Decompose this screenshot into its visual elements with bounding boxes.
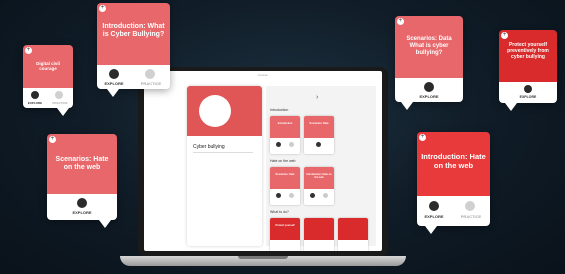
explore-label[interactable]: EXPLORE [515,95,541,99]
course-modules-panel: Introduction Introduction Scenarios: Dat… [266,86,376,251]
explore-icon[interactable] [524,85,532,93]
module-card[interactable]: Scenarios: Data [304,116,334,154]
module-card[interactable] [338,218,368,251]
explore-label[interactable]: EXPLORE [25,101,45,105]
card-tail [57,108,69,116]
card-footer: EXPLORE [499,82,557,103]
course-panel[interactable]: Cyber bullying [187,86,262,246]
module-card-header: Introduction: Hate on the web [304,167,334,189]
module-card-label: Scenarios: Hate [275,173,295,176]
explore-icon[interactable] [316,142,321,147]
explore-icon[interactable] [310,193,315,198]
explore-icon[interactable] [109,69,119,79]
module-card-header [304,218,334,240]
card-header: + Scenarios: Data What is cyber bullying… [395,16,463,78]
explore-icon[interactable] [276,142,281,147]
course-hero [187,86,262,136]
card-header: + Digital civil courage [23,45,73,88]
explore-icon[interactable] [429,201,439,211]
card-header: + Protect yourself preventively from cyb… [499,30,557,82]
module-card[interactable] [304,218,334,251]
plus-icon[interactable]: + [99,5,106,12]
card-tail [505,103,517,111]
plus-icon[interactable]: + [419,134,426,141]
module-card-header: Scenarios: Hate [270,167,300,189]
section-heading: Introduction [270,108,289,112]
explore-label[interactable]: EXPLORE [68,210,96,215]
module-card-label: Protect yourself [275,224,295,227]
explore-icon[interactable] [77,198,87,208]
card-tail [107,89,119,97]
divider [193,152,253,153]
card-footer: EXPLORE PRACTICE [417,196,490,226]
practice-icon[interactable] [289,193,294,198]
practice-icon[interactable] [55,91,63,99]
card-header: + Introduction: What is Cyber Bullying? [97,3,170,65]
card-intro-hate[interactable]: + Introduction: Hate on the web EXPLORE … [417,132,490,234]
practice-icon[interactable] [289,142,294,147]
plus-icon[interactable]: + [397,18,404,25]
card-title: Introduction: Hate on the web [421,152,486,170]
module-card[interactable]: Scenarios: Hate [270,167,300,205]
section-heading: What to do? [270,210,289,214]
module-card[interactable]: Introduction: Hate on the web [304,167,334,205]
plus-icon[interactable]: + [25,47,32,54]
practice-icon[interactable] [465,201,475,211]
module-card-header: Protect yourself [270,218,300,240]
card-title: Protect yourself preventively from cyber… [507,42,549,60]
practice-label[interactable]: PRACTICE [457,214,485,219]
card-title: Scenarios: Hate on the web [55,156,109,172]
card-tail [425,226,437,234]
laptop-notch [238,256,288,259]
module-card-label: Introduction [277,122,293,125]
course-illustration [199,95,231,127]
chevron-right-icon[interactable]: › [316,94,318,101]
card-header: + Scenarios: Hate on the web [47,134,117,194]
practice-icon[interactable] [323,193,328,198]
course-title: Cyber bullying [193,144,225,150]
module-card-header [338,218,368,240]
practice-label[interactable]: PRACTICE [49,101,71,105]
card-protect-yourself[interactable]: + Protect yourself preventively from cyb… [499,30,557,111]
card-scenarios-hate[interactable]: + Scenarios: Hate on the web EXPLORE [47,134,117,228]
module-card[interactable]: Protect yourself [270,218,300,251]
explore-icon[interactable] [424,82,434,92]
card-header: + Introduction: Hate on the web [417,132,490,196]
module-card-label: Scenarios: Data [309,122,329,125]
module-card[interactable]: Introduction [270,116,300,154]
card-digital-civil-courage[interactable]: + Digital civil courage EXPLORE PRACTICE [23,45,73,116]
card-footer: EXPLORE [47,194,117,220]
card-footer: EXPLORE [395,78,463,102]
module-card-label: Introduction: Hate on the web [306,173,332,179]
laptop-screen: Course Cyber bullying Introduction Intro… [144,71,382,251]
screen-title: Course [258,73,268,77]
card-intro-cyber-bullying[interactable]: + Introduction: What is Cyber Bullying? … [97,3,170,97]
explore-icon[interactable] [276,193,281,198]
section-heading: Hate on the web [270,159,296,163]
card-title: Digital civil courage [36,61,60,72]
card-tail [401,102,413,110]
card-title: Introduction: What is Cyber Bullying? [102,23,165,39]
card-footer: EXPLORE PRACTICE [23,88,73,108]
card-title: Scenarios: Data What is cyber bullying? [406,36,452,57]
plus-icon[interactable]: + [501,32,508,39]
explore-icon[interactable] [31,91,39,99]
module-card-header: Introduction [270,116,300,138]
explore-label[interactable]: EXPLORE [415,94,443,99]
practice-icon[interactable] [145,69,155,79]
card-footer: EXPLORE PRACTICE [97,65,170,89]
plus-icon[interactable]: + [49,136,56,143]
module-card-header: Scenarios: Data [304,116,334,138]
card-scenarios-data[interactable]: + Scenarios: Data What is cyber bullying… [395,16,463,110]
explore-label[interactable]: EXPLORE [101,81,127,86]
explore-label[interactable]: EXPLORE [421,214,447,219]
card-tail [99,220,111,228]
practice-label[interactable]: PRACTICE [137,81,165,86]
